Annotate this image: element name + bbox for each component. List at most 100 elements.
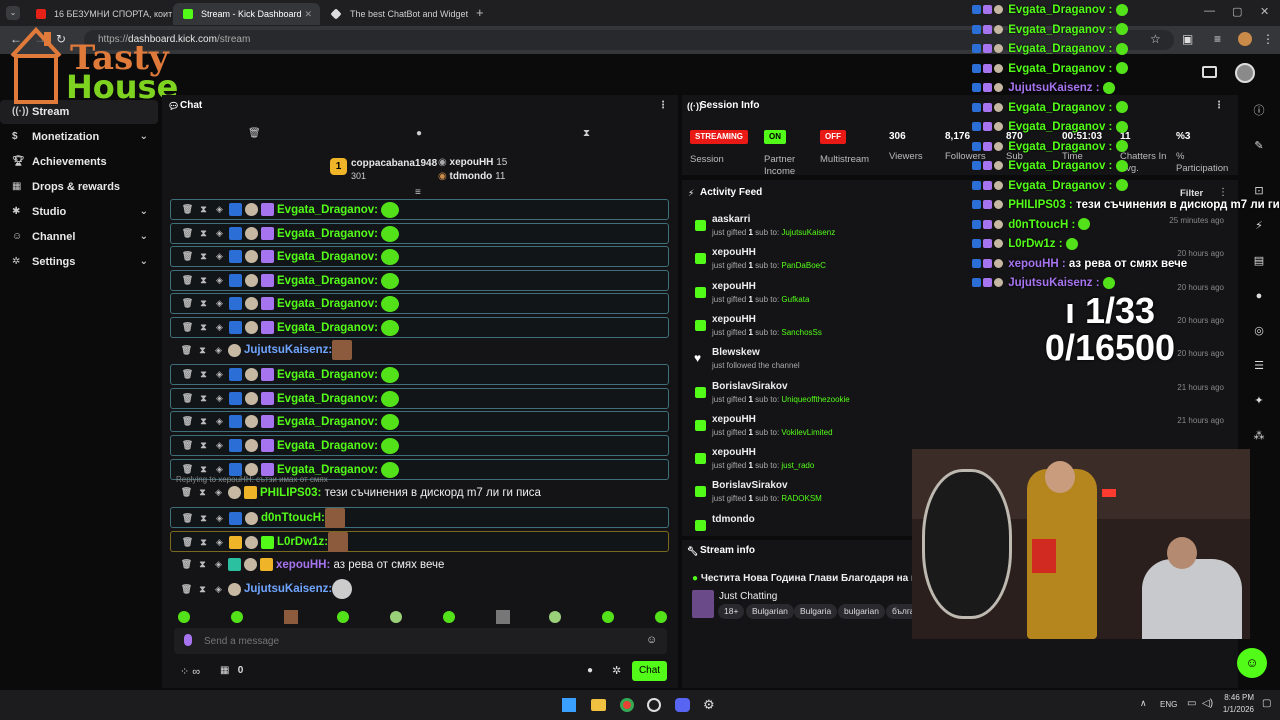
pinned-collapse-icon[interactable]: ≡ [415, 187, 421, 198]
timeout-icon[interactable]: ⧗ [197, 250, 210, 263]
lightning-icon[interactable]: ⚡︎ [1252, 219, 1266, 233]
new-tab-button[interactable]: + [476, 5, 484, 20]
chat-message[interactable]: 🗑︎ ⧗ ◈ Evgata_Draganov: [170, 364, 669, 385]
chat-bubble-icon[interactable]: ● [587, 665, 593, 676]
timeout-icon[interactable]: ⧗ [197, 203, 210, 216]
chat-message[interactable]: 🗑︎ ⧗ ◈ Evgata_Draganov: [170, 388, 669, 409]
chat-message[interactable]: 🗑︎ ⧗ ◈ Evgata_Draganov: [170, 199, 669, 220]
chat-username[interactable]: PHILIPS03: [260, 487, 321, 499]
chat-username[interactable]: Evgata_Draganov: [277, 440, 378, 452]
chat-message[interactable]: 🗑︎ ⧗ ◈ xepouHH: аз рева от смях вече [170, 555, 669, 576]
trash-icon[interactable]: 🗑︎ [181, 274, 194, 287]
share-icon[interactable]: ⁂ [1252, 429, 1266, 443]
activity-user[interactable]: BorislavSirakov [712, 381, 788, 392]
chat-username[interactable]: Evgata_Draganov: [277, 416, 378, 428]
more-options-icon[interactable]: ⋮ [658, 95, 668, 117]
sidebar-item-achievements[interactable]: 🏆︎ Achievements [0, 150, 158, 174]
trash-icon[interactable]: 🗑︎ [181, 297, 194, 310]
chat-message[interactable]: 🗑︎ ⧗ ◈ Evgata_Draganov: [170, 293, 669, 314]
trash-icon[interactable]: 🗑︎ [181, 368, 194, 381]
trash-icon[interactable]: 🗑︎ [181, 203, 194, 216]
timeout-icon[interactable]: ⧗ [197, 392, 210, 405]
tray-chevron-icon[interactable]: ∧ [1140, 698, 1147, 709]
timeout-icon[interactable]: ⧗ [197, 536, 210, 549]
chat-username[interactable]: Evgata_Draganov: [277, 204, 378, 216]
trash-icon[interactable]: 🗑︎ [181, 415, 194, 428]
emote-icon[interactable] [284, 610, 298, 624]
language-indicator[interactable]: ENG [1160, 700, 1177, 709]
close-window-button[interactable]: ✕ [1260, 5, 1269, 18]
activity-user[interactable]: xepouHH [712, 247, 756, 258]
activity-target[interactable]: JujutsuKaisenz [781, 228, 835, 237]
chat-message[interactable]: 🗑︎ ⧗ ◈ Evgata_Draganov: [170, 270, 669, 291]
trash-icon[interactable]: 🗑︎ [181, 512, 194, 525]
trash-icon[interactable]: 🗑︎ [180, 344, 193, 357]
notification-icon[interactable]: ▢ [1262, 698, 1271, 709]
activity-user[interactable]: BorislavSirakov [712, 480, 788, 491]
emote-icon[interactable] [231, 611, 243, 623]
hourglass-icon[interactable]: ⧗ [583, 128, 590, 139]
emote-icon[interactable] [390, 611, 402, 623]
emote-icon[interactable] [602, 611, 614, 623]
timeout-icon[interactable]: ⧗ [197, 227, 210, 240]
timeout-icon[interactable]: ⧗ [196, 558, 209, 571]
trash-icon[interactable]: 🗑︎ [181, 536, 194, 549]
chat-username[interactable]: JujutsuKaisenz: [244, 344, 332, 356]
chat-input-box[interactable]: ☺ [174, 628, 667, 654]
sidebar-item-studio[interactable]: ✱ Studio ⌄ [0, 200, 158, 224]
chat-username[interactable]: d0nTtoucH: [261, 512, 325, 524]
chat-message[interactable]: 🗑︎ ⧗ ◈ Evgata_Draganov: [170, 317, 669, 338]
chat-username[interactable]: Evgata_Draganov: [277, 251, 378, 263]
browser-menu-icon[interactable]: ⋮ [1262, 32, 1274, 46]
timeout-icon[interactable]: ⧗ [197, 439, 210, 452]
emote-icon[interactable] [178, 611, 190, 623]
activity-user[interactable]: xepouHH [712, 414, 756, 425]
timeout-icon[interactable]: ⧗ [197, 415, 210, 428]
activity-target[interactable]: SanchosSs [781, 328, 821, 337]
activity-target[interactable]: PanDaBoeC [781, 261, 825, 270]
activity-user[interactable]: tdmondo [712, 514, 755, 525]
emoji-picker-icon[interactable]: ☺ [646, 634, 657, 646]
activity-target[interactable]: VokilevLimited [781, 428, 832, 437]
message-icon[interactable]: ● [416, 128, 422, 139]
emote-icon[interactable] [496, 610, 510, 624]
chat-username[interactable]: xepouHH: [276, 559, 330, 571]
chat-icon[interactable]: ● [1252, 289, 1266, 303]
microphone-icon[interactable] [184, 634, 192, 646]
trash-icon[interactable]: 🗑︎ [181, 439, 194, 452]
info-icon[interactable]: ⓘ [1252, 104, 1266, 118]
emote-icon[interactable] [337, 611, 349, 623]
windows-start-icon[interactable] [562, 698, 576, 712]
minimize-button[interactable]: — [1204, 5, 1215, 17]
bookmark-star-icon[interactable]: ☆ [1150, 32, 1161, 46]
emote-icon[interactable] [549, 611, 561, 623]
chat-settings-icon[interactable]: ✲ [612, 664, 621, 677]
timeout-icon[interactable]: ⧗ [197, 274, 210, 287]
chat-username[interactable]: L0rDw1z: [277, 536, 328, 548]
extensions-icon[interactable]: ▣ [1182, 32, 1193, 46]
chat-message[interactable]: 🗑︎ ⧗ ◈ d0nTtoucH: [170, 507, 669, 528]
activity-user[interactable]: Blewskew [712, 347, 760, 358]
chat-message[interactable]: 🗑︎ ⧗ ◈ Evgata_Draganov: [170, 435, 669, 456]
tab-kick-dashboard[interactable]: Stream - Kick Dashboard ✕ [173, 3, 320, 25]
broadcast-icon[interactable]: ◎ [1252, 324, 1266, 338]
sidebar-item-settings[interactable]: ✲ Settings ⌄ [0, 250, 158, 274]
volume-icon[interactable]: ◁) [1202, 698, 1213, 709]
chat-message[interactable]: 🗑︎ ⧗ ◈ Evgata_Draganov: [170, 246, 669, 267]
activity-user[interactable]: xepouHH [712, 281, 756, 292]
more-options-icon[interactable]: ⋮ [1214, 95, 1224, 117]
timeout-icon[interactable]: ⧗ [197, 512, 210, 525]
chat-username[interactable]: Evgata_Draganov: [277, 369, 378, 381]
user-avatar[interactable] [1235, 63, 1255, 83]
chat-message[interactable]: 🗑︎ ⧗ ◈ Evgata_Draganov: [170, 411, 669, 432]
tab-chatbot[interactable]: The best ChatBot and Widget... [322, 3, 468, 25]
emote-icon[interactable] [443, 611, 455, 623]
clock-date[interactable]: 1/1/2026 [1218, 705, 1254, 714]
chat-message[interactable]: 🗑︎ ⧗ ◈ L0rDw1z: [170, 531, 669, 552]
chat-username[interactable]: Evgata_Draganov: [277, 298, 378, 310]
emote-icon[interactable] [655, 611, 667, 623]
chat-message-input[interactable] [204, 631, 624, 651]
edit-icon[interactable]: ✎ [1252, 139, 1266, 153]
file-explorer-icon[interactable] [591, 699, 606, 711]
activity-user[interactable]: aaskarri [712, 214, 750, 225]
